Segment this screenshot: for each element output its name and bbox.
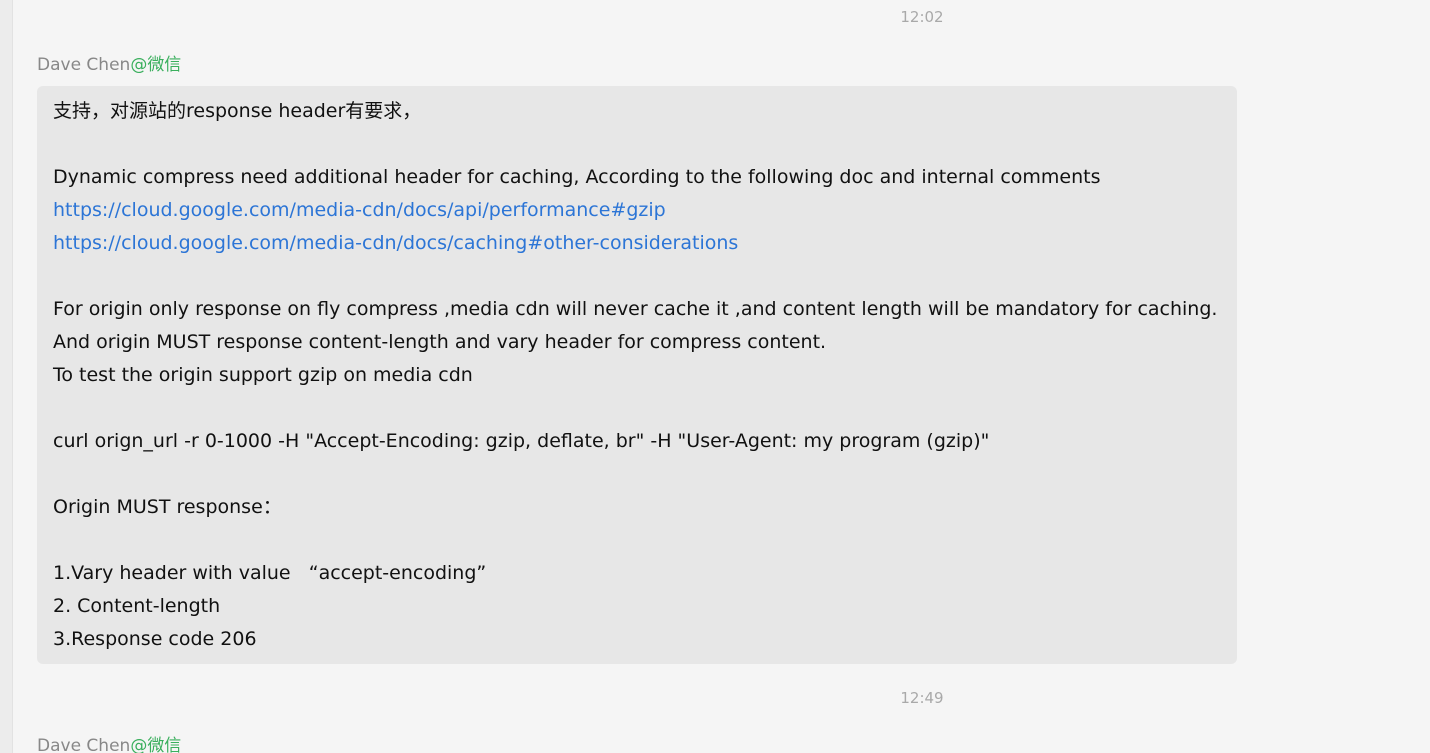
sender-source: @微信	[130, 736, 182, 753]
message-timestamp: 12:49	[900, 689, 944, 707]
sender-name[interactable]: Dave Chen	[37, 55, 130, 75]
chat-panel[interactable]: 12:02 Dave Chen@微信 支持，对源站的response heade…	[0, 0, 1430, 753]
message-line: And origin MUST response content-length …	[53, 331, 827, 353]
requirement-item: 2. Content-length	[53, 595, 221, 617]
message-line: Origin MUST response：	[53, 496, 282, 518]
sender-line: Dave Chen@微信	[37, 735, 181, 753]
message-line: Dynamic compress need additional header …	[53, 166, 1101, 188]
doc-link-caching[interactable]: https://cloud.google.com/media-cdn/docs/…	[53, 230, 1221, 263]
message-timestamp: 12:02	[900, 8, 944, 26]
requirement-item: 3.Response code 206	[53, 628, 257, 650]
doc-link-performance[interactable]: https://cloud.google.com/media-cdn/docs/…	[53, 197, 1221, 230]
requirement-item: 1.Vary header with value “accept-encodin…	[53, 562, 487, 584]
sender-source: @微信	[130, 55, 182, 75]
message-bubble[interactable]: 支持，对源站的response header有要求， Dynamic compr…	[37, 86, 1237, 664]
sender-name[interactable]: Dave Chen	[37, 736, 130, 753]
curl-command-line: curl orign_url -r 0-1000 -H "Accept-Enco…	[53, 430, 990, 452]
message-line: To test the origin support gzip on media…	[53, 364, 473, 386]
sender-line: Dave Chen@微信	[37, 54, 181, 76]
message-line: 支持，对源站的response header有要求，	[53, 100, 422, 122]
message-line: For origin only response on fly compress…	[53, 298, 1218, 320]
panel-left-edge	[0, 0, 13, 753]
